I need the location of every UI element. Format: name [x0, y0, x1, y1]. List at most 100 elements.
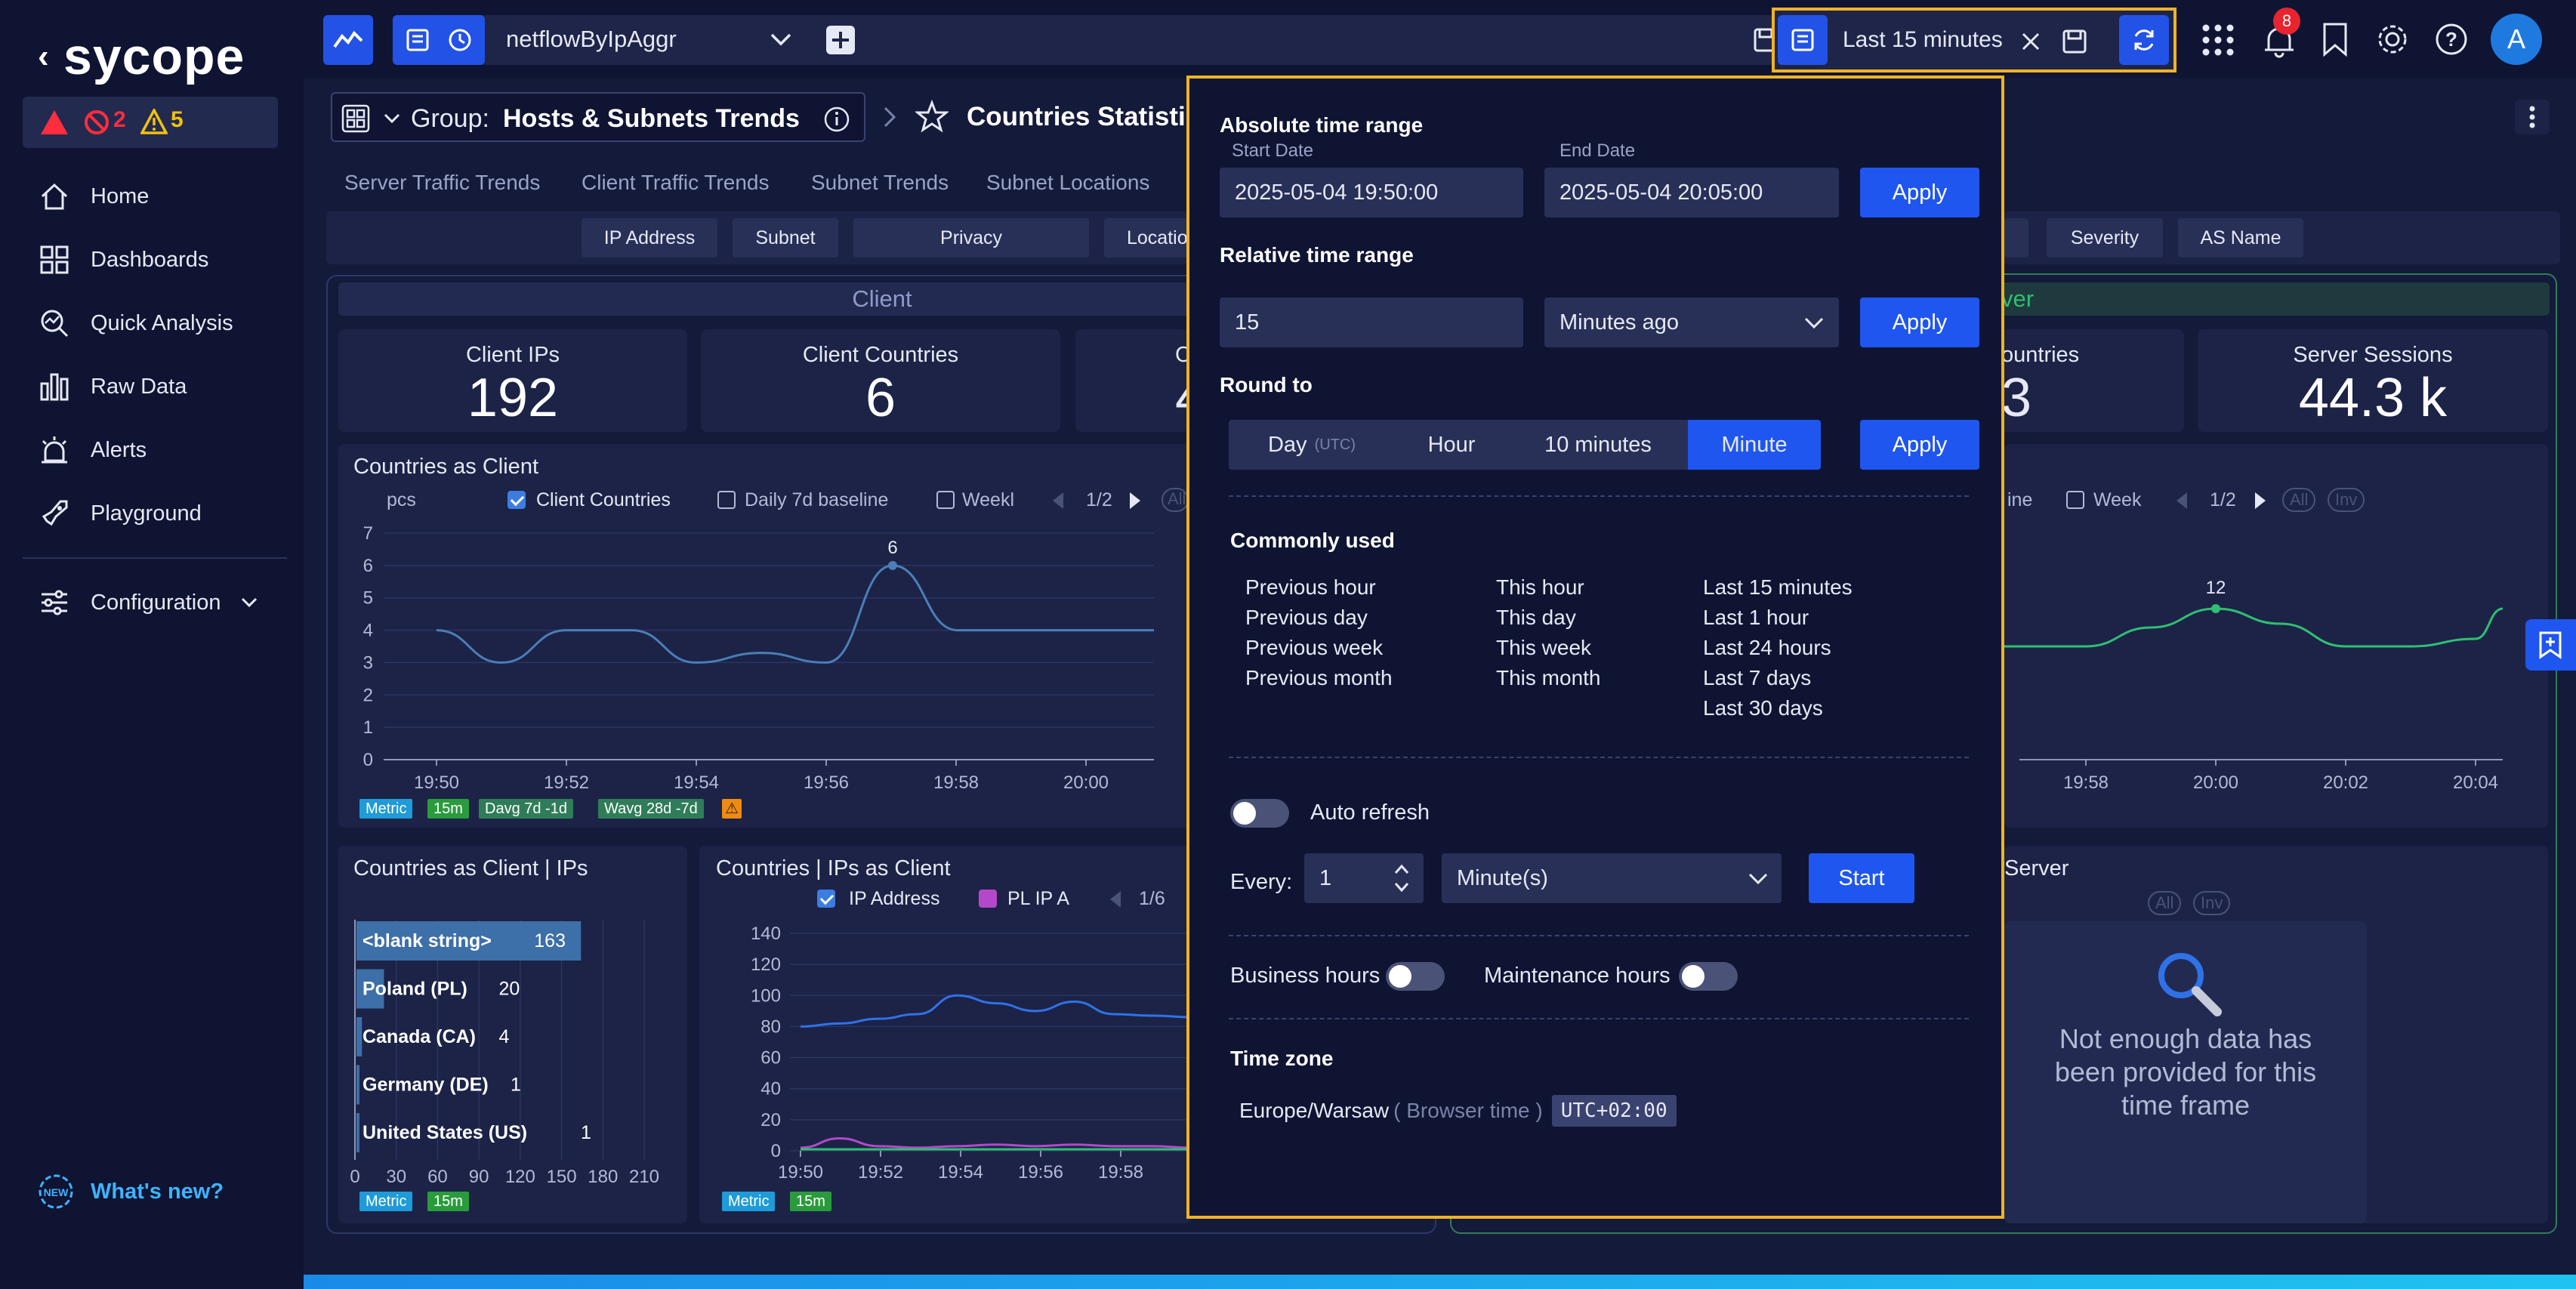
pager-prev-icon[interactable]: [1051, 491, 1065, 510]
history-button[interactable]: [435, 15, 485, 65]
filter-as-name[interactable]: AS Name: [2178, 218, 2303, 257]
preset-previous-month[interactable]: Previous month: [1245, 666, 1393, 690]
refresh-button[interactable]: [2119, 15, 2169, 65]
apply-relative-button[interactable]: Apply: [1860, 298, 1979, 347]
every-value-input[interactable]: 1: [1304, 853, 1424, 903]
preset-last-30-days[interactable]: Last 30 days: [1703, 696, 1823, 720]
legend-checkbox-daily-baseline[interactable]: [717, 491, 736, 509]
timezone-row[interactable]: Europe/Warsaw ( Browser time ) UTC+02:00: [1239, 1095, 1677, 1127]
nav-alerts[interactable]: Alerts: [38, 427, 287, 473]
kpi-server-countries[interactable]: ountries 3: [1979, 329, 2184, 432]
nav-configuration[interactable]: Configuration: [38, 580, 287, 625]
end-date-input[interactable]: 2025-05-04 20:05:00: [1544, 168, 1839, 217]
user-avatar[interactable]: A: [2491, 14, 2542, 65]
tab-server-traffic[interactable]: Server Traffic Trends: [344, 171, 540, 195]
preset-this-month[interactable]: This month: [1496, 666, 1601, 690]
add-icon[interactable]: [825, 24, 856, 56]
legend-checkbox-weekly[interactable]: [936, 491, 955, 509]
legend-checkbox-ip-address[interactable]: [817, 890, 835, 908]
bookmark-icon[interactable]: [2320, 21, 2350, 57]
kpi-client-partial[interactable]: C 4: [1075, 329, 1189, 432]
apply-absolute-button[interactable]: Apply: [1860, 168, 1979, 217]
save-time-icon[interactable]: [2062, 29, 2087, 54]
nav-dashboards[interactable]: Dashboards: [38, 237, 287, 282]
preset-previous-day[interactable]: Previous day: [1245, 606, 1368, 630]
auto-refresh-toggle[interactable]: [1230, 799, 1289, 828]
alerts-summary[interactable]: 2 5: [23, 97, 278, 148]
notifications-button[interactable]: 8: [2261, 8, 2300, 59]
nav-quick-analysis[interactable]: Quick Analysis: [38, 301, 287, 346]
filter-ip-address[interactable]: IP Address: [582, 218, 717, 257]
gear-icon[interactable]: [2374, 21, 2411, 57]
preset-previous-hour[interactable]: Previous hour: [1245, 575, 1376, 600]
trend-line-icon: [333, 30, 363, 48]
relative-value-input[interactable]: 15: [1220, 298, 1523, 347]
close-icon[interactable]: [2021, 32, 2041, 51]
nav-raw-data[interactable]: Raw Data: [38, 364, 287, 409]
relative-unit-select[interactable]: Minutes ago: [1544, 298, 1839, 347]
all-toggle[interactable]: All: [2148, 891, 2182, 915]
stepper-icon[interactable]: [1393, 862, 1410, 894]
filter-severity[interactable]: Severity: [2047, 218, 2163, 257]
maintenance-hours-toggle[interactable]: [1679, 962, 1738, 991]
preset-previous-week[interactable]: Previous week: [1245, 636, 1383, 660]
kpi-client-countries[interactable]: Client Countries 6: [701, 329, 1060, 432]
start-date-input[interactable]: 2025-05-04 19:50:00: [1220, 168, 1523, 217]
time-range-selector[interactable]: Last 15 minutes: [1772, 8, 2176, 72]
preset-this-hour[interactable]: This hour: [1496, 575, 1584, 600]
collapse-chevron-icon[interactable]: ‹: [38, 38, 50, 76]
all-toggle[interactable]: All: [2282, 488, 2316, 512]
nav-playground[interactable]: Playground: [38, 491, 287, 536]
legend-checkbox-week[interactable]: [2066, 491, 2084, 509]
kpi-client-ips[interactable]: Client IPs 192: [338, 329, 687, 432]
filter-location[interactable]: Locatio: [1104, 218, 1187, 257]
analytics-mode-button[interactable]: [323, 15, 373, 65]
round-hour-option[interactable]: Hour: [1395, 420, 1508, 470]
preset-last-24-hours[interactable]: Last 24 hours: [1703, 636, 1831, 660]
tab-client-traffic[interactable]: Client Traffic Trends: [582, 171, 769, 195]
legend-checkbox-pl-ip[interactable]: [979, 890, 997, 908]
every-unit-select[interactable]: Minute(s): [1442, 853, 1782, 903]
empty-message: Not enough data has been provided for th…: [2054, 1023, 2317, 1121]
info-icon[interactable]: [823, 106, 850, 133]
pager-prev-icon[interactable]: [2175, 491, 2189, 510]
preset-this-day[interactable]: This day: [1496, 606, 1576, 630]
round-day-option[interactable]: Day (UTC): [1229, 420, 1395, 470]
auto-refresh-start-button[interactable]: Start: [1809, 853, 1914, 903]
whats-new-link[interactable]: NEW What's new?: [36, 1172, 224, 1211]
preset-last-7-days[interactable]: Last 7 days: [1703, 666, 1811, 690]
pager-next-icon[interactable]: [1128, 491, 1142, 510]
side-bookmark-button[interactable]: [2525, 619, 2576, 671]
y-tick-label: 20: [760, 1110, 781, 1130]
preset-last-1-hour[interactable]: Last 1 hour: [1703, 606, 1809, 630]
filter-subnet[interactable]: Subnet: [733, 218, 838, 257]
star-icon[interactable]: [915, 100, 949, 133]
business-hours-toggle[interactable]: [1386, 962, 1445, 991]
all-toggle[interactable]: All: [1162, 488, 1189, 512]
tab-subnet-locations[interactable]: Subnet Locations: [986, 171, 1149, 195]
group-selector[interactable]: Group: Hosts & Subnets Trends: [331, 92, 865, 142]
filter-partial[interactable]: [2004, 218, 2028, 257]
apps-grid-icon[interactable]: [2201, 23, 2235, 57]
kpi-server-sessions[interactable]: Server Sessions 44.3 k: [2198, 329, 2548, 432]
tab-subnet-trends[interactable]: Subnet Trends: [811, 171, 949, 195]
pager-label: 1/2: [1086, 489, 1112, 510]
apply-round-button[interactable]: Apply: [1860, 420, 1979, 470]
round-to-segmented: Day (UTC) Hour 10 minutes Minute: [1229, 420, 1821, 470]
notification-badge: 8: [2273, 8, 2300, 35]
chevron-down-icon[interactable]: [770, 33, 791, 47]
legend-checkbox-client-countries[interactable]: [507, 491, 526, 509]
preset-this-week[interactable]: This week: [1496, 636, 1591, 660]
preset-last-15-minutes[interactable]: Last 15 minutes: [1703, 575, 1853, 600]
invert-toggle[interactable]: Inv: [2193, 891, 2231, 915]
more-vertical-icon[interactable]: [2515, 100, 2550, 134]
round-10min-option[interactable]: 10 minutes: [1508, 420, 1688, 470]
nav-home[interactable]: Home: [38, 174, 287, 219]
invert-toggle[interactable]: Inv: [2328, 488, 2365, 512]
help-icon[interactable]: ?: [2435, 23, 2468, 56]
source-name[interactable]: netflowByIpAggr: [506, 26, 677, 53]
filter-privacy[interactable]: Privacy: [853, 218, 1089, 257]
time-presets-button[interactable]: [1778, 15, 1828, 65]
pager-next-icon[interactable]: [2254, 491, 2267, 510]
round-minute-option[interactable]: Minute: [1688, 420, 1821, 470]
